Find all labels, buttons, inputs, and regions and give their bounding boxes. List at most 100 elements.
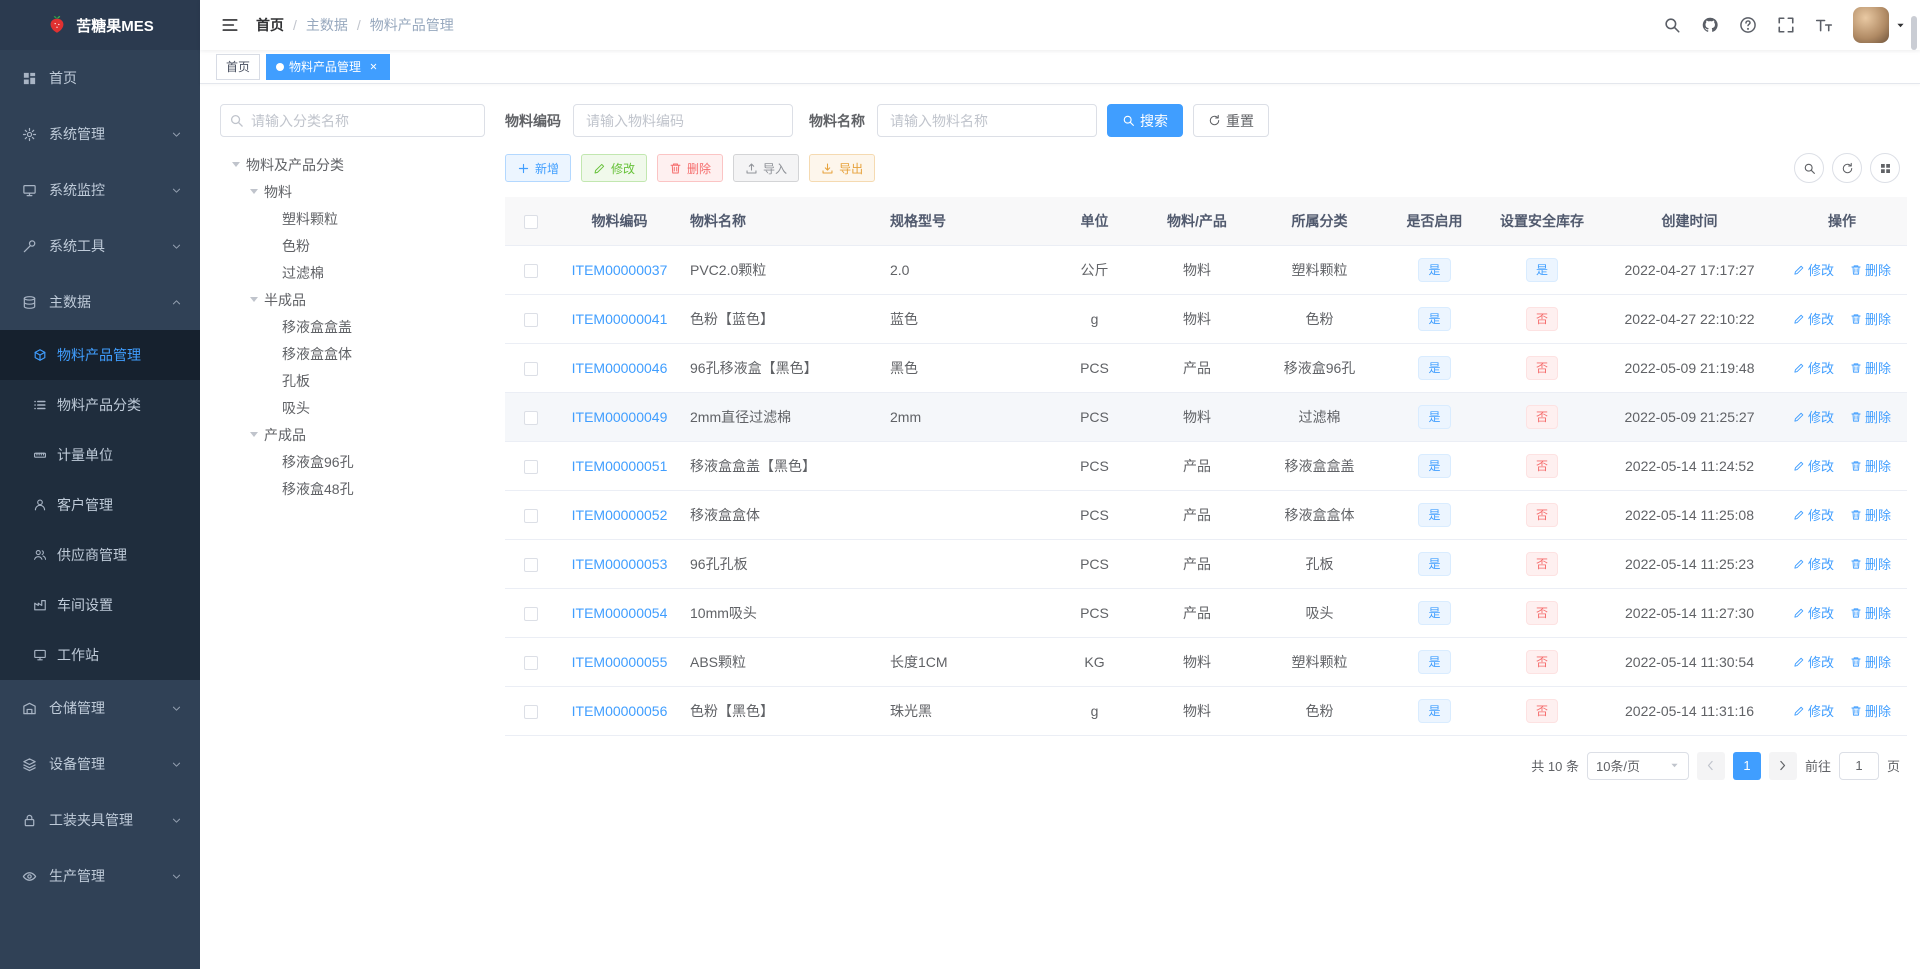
row-checkbox[interactable] xyxy=(524,557,538,572)
scrollbar-thumb[interactable] xyxy=(1911,16,1917,50)
sidebar-item-system-tools[interactable]: 系统工具 xyxy=(0,218,200,274)
row-checkbox[interactable] xyxy=(524,312,538,327)
edit-link[interactable]: 修改 xyxy=(1793,652,1834,671)
edit-link[interactable]: 修改 xyxy=(1793,358,1834,377)
edit-link[interactable]: 修改 xyxy=(1793,603,1834,622)
delete-link[interactable]: 删除 xyxy=(1850,456,1891,475)
row-checkbox[interactable] xyxy=(524,606,538,621)
tree-node-finished-products[interactable]: 产成品 xyxy=(220,421,485,448)
hamburger-icon[interactable] xyxy=(214,9,246,41)
delete-link[interactable]: 删除 xyxy=(1850,505,1891,524)
page-number-button[interactable]: 1 xyxy=(1732,751,1761,780)
table-row[interactable]: ITEM00000054 10mm吸头 PCS 产品 吸头 是 否 2022-0… xyxy=(505,588,1907,638)
material-code-link[interactable]: ITEM00000053 xyxy=(572,556,668,572)
caret-down-icon[interactable] xyxy=(226,158,246,171)
tree-node-root[interactable]: 物料及产品分类 xyxy=(220,151,485,178)
sidebar-item-measurement-unit[interactable]: 计量单位 xyxy=(0,430,200,480)
sidebar-item-system-management[interactable]: 系统管理 xyxy=(0,106,200,162)
material-name-input[interactable] xyxy=(877,104,1097,137)
sidebar-item-supplier-management[interactable]: 供应商管理 xyxy=(0,530,200,580)
delete-link[interactable]: 删除 xyxy=(1850,260,1891,279)
material-code-link[interactable]: ITEM00000054 xyxy=(572,605,668,621)
delete-link[interactable]: 删除 xyxy=(1850,358,1891,377)
sidebar-item-material-product-category[interactable]: 物料产品分类 xyxy=(0,380,200,430)
delete-link[interactable]: 删除 xyxy=(1850,407,1891,426)
tree-node-pipette-box-body[interactable]: 移液盒盒体 xyxy=(220,340,485,367)
material-code-link[interactable]: ITEM00000051 xyxy=(572,458,668,474)
help-icon[interactable] xyxy=(1731,8,1765,42)
category-search-input[interactable] xyxy=(220,104,485,137)
sidebar-item-production-management[interactable]: 生产管理 xyxy=(0,848,200,904)
avatar[interactable] xyxy=(1853,7,1889,43)
sidebar-item-workstation[interactable]: 工作站 xyxy=(0,630,200,680)
select-all-checkbox[interactable] xyxy=(524,214,538,229)
row-checkbox[interactable] xyxy=(524,410,538,425)
close-icon[interactable] xyxy=(366,60,380,74)
material-code-link[interactable]: ITEM00000049 xyxy=(572,409,668,425)
material-code-input[interactable] xyxy=(573,104,793,137)
material-code-link[interactable]: ITEM00000046 xyxy=(572,360,668,376)
material-code-link[interactable]: ITEM00000052 xyxy=(572,507,668,523)
tree-node-pipette-box-48[interactable]: 移液盒48孔 xyxy=(220,475,485,502)
caret-down-icon[interactable] xyxy=(244,185,264,198)
columns-button[interactable] xyxy=(1870,153,1900,183)
delete-link[interactable]: 删除 xyxy=(1850,701,1891,720)
export-button[interactable]: 导出 xyxy=(809,154,876,182)
delete-link[interactable]: 删除 xyxy=(1850,309,1891,328)
edit-link[interactable]: 修改 xyxy=(1793,260,1834,279)
sidebar-item-equipment-management[interactable]: 设备管理 xyxy=(0,736,200,792)
tree-node-pipette-box-lid[interactable]: 移液盒盒盖 xyxy=(220,313,485,340)
edit-link[interactable]: 修改 xyxy=(1793,505,1834,524)
delete-link[interactable]: 删除 xyxy=(1850,554,1891,573)
tree-node-pipette-box-96[interactable]: 移液盒96孔 xyxy=(220,448,485,475)
search-button[interactable]: 搜索 xyxy=(1107,104,1183,137)
table-row[interactable]: ITEM00000056 色粉【黑色】 珠光黑 g 物料 色粉 是 否 2022… xyxy=(505,686,1907,736)
tag-material-product-management[interactable]: 物料产品管理 xyxy=(266,53,391,80)
sidebar-item-system-monitor[interactable]: 系统监控 xyxy=(0,162,200,218)
table-row[interactable]: ITEM00000053 96孔孔板 PCS 产品 孔板 是 否 2022-05… xyxy=(505,539,1907,589)
sidebar-item-master-data[interactable]: 主数据 xyxy=(0,274,200,330)
sidebar-item-home[interactable]: 首页 xyxy=(0,50,200,106)
tree-node-tip[interactable]: 吸头 xyxy=(220,394,485,421)
row-checkbox[interactable] xyxy=(524,655,538,670)
font-size-icon[interactable] xyxy=(1807,8,1841,42)
edit-link[interactable]: 修改 xyxy=(1793,309,1834,328)
page-size-select[interactable]: 10条/页 xyxy=(1586,751,1689,780)
table-row[interactable]: ITEM00000041 色粉【蓝色】 蓝色 g 物料 色粉 是 否 2022-… xyxy=(505,294,1907,344)
row-checkbox[interactable] xyxy=(524,704,538,719)
sidebar-item-workshop-settings[interactable]: 车间设置 xyxy=(0,580,200,630)
delete-button[interactable]: 删除 xyxy=(657,154,724,182)
row-checkbox[interactable] xyxy=(524,263,538,278)
material-code-link[interactable]: ITEM00000056 xyxy=(572,703,668,719)
sidebar-item-tooling-fixture-management[interactable]: 工装夹具管理 xyxy=(0,792,200,848)
row-checkbox[interactable] xyxy=(524,508,538,523)
refresh-button[interactable] xyxy=(1832,153,1862,183)
caret-down-icon[interactable] xyxy=(244,293,264,306)
user-menu[interactable] xyxy=(1853,7,1906,43)
tree-node-well-plate[interactable]: 孔板 xyxy=(220,367,485,394)
prev-page-button[interactable] xyxy=(1696,751,1725,780)
add-button[interactable]: 新增 xyxy=(505,154,572,182)
edit-link[interactable]: 修改 xyxy=(1793,701,1834,720)
material-code-link[interactable]: ITEM00000037 xyxy=(572,262,668,278)
tree-node-plastic-pellets[interactable]: 塑料颗粒 xyxy=(220,205,485,232)
edit-link[interactable]: 修改 xyxy=(1793,407,1834,426)
search-icon[interactable] xyxy=(1655,8,1689,42)
tree-node-semi-finished[interactable]: 半成品 xyxy=(220,286,485,313)
next-page-button[interactable] xyxy=(1768,751,1797,780)
tree-node-filter-cotton[interactable]: 过滤棉 xyxy=(220,259,485,286)
fullscreen-icon[interactable] xyxy=(1769,8,1803,42)
sidebar-item-warehouse-management[interactable]: 仓储管理 xyxy=(0,680,200,736)
caret-down-icon[interactable] xyxy=(244,428,264,441)
table-row[interactable]: ITEM00000055 ABS颗粒 长度1CM KG 物料 塑料颗粒 是 否 … xyxy=(505,637,1907,687)
github-icon[interactable] xyxy=(1693,8,1727,42)
edit-link[interactable]: 修改 xyxy=(1793,456,1834,475)
sidebar-item-customer-management[interactable]: 客户管理 xyxy=(0,480,200,530)
import-button[interactable]: 导入 xyxy=(733,154,800,182)
toggle-search-button[interactable] xyxy=(1794,153,1824,183)
delete-link[interactable]: 删除 xyxy=(1850,652,1891,671)
tree-node-materials[interactable]: 物料 xyxy=(220,178,485,205)
row-checkbox[interactable] xyxy=(524,459,538,474)
table-row[interactable]: ITEM00000049 2mm直径过滤棉 2mm PCS 物料 过滤棉 是 否… xyxy=(505,392,1907,442)
tree-node-color-powder[interactable]: 色粉 xyxy=(220,232,485,259)
